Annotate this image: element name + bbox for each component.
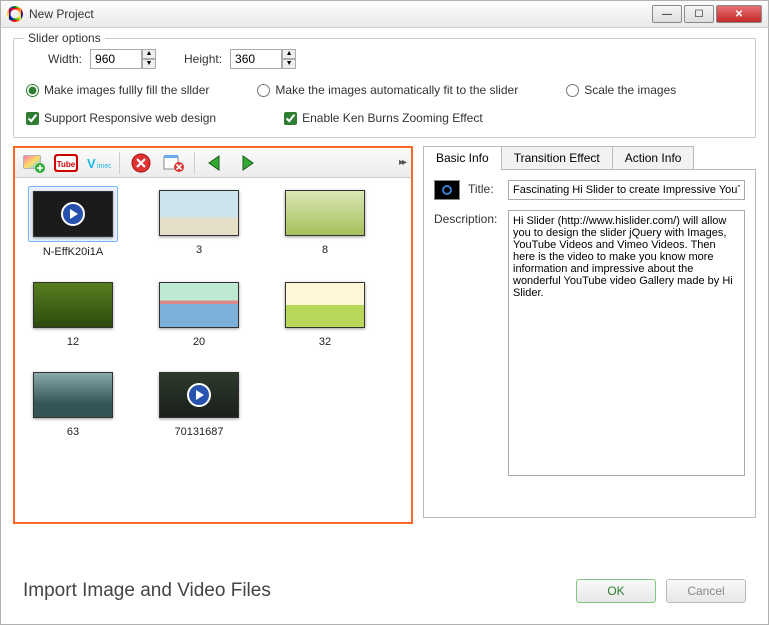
thumbnail-image	[159, 282, 239, 328]
thumbnail-label: N-EffK20i1A	[43, 246, 103, 258]
thumbnail-label: 63	[67, 426, 79, 438]
thumbnail-label: 20	[193, 336, 205, 348]
footer-caption: Import Image and Video Files	[23, 580, 271, 602]
height-label: Height:	[184, 52, 222, 66]
check-kenburns[interactable]: Enable Ken Burns Zooming Effect	[284, 111, 483, 125]
info-panel: Basic Info Transition Effect Action Info…	[423, 146, 756, 524]
expand-icon[interactable]: ▸▸	[399, 157, 405, 168]
check-responsive-label: Support Responsive web design	[44, 111, 216, 125]
title-input[interactable]	[508, 180, 745, 200]
add-image-button[interactable]	[21, 151, 47, 175]
radio-fit[interactable]: Make the images automatically fit to the…	[257, 83, 518, 97]
thumbnail-label: 70131687	[175, 426, 224, 438]
play-icon	[160, 373, 238, 417]
thumbnail-item[interactable]: 12	[21, 278, 125, 348]
height-spinner[interactable]: ▲▼	[282, 49, 296, 69]
thumbnail-item[interactable]: 32	[273, 278, 377, 348]
thumbnail-image	[285, 282, 365, 328]
width-up-button[interactable]: ▲	[142, 49, 156, 59]
width-spinner[interactable]: ▲▼	[142, 49, 156, 69]
tab-body: Title: Description:	[423, 170, 756, 518]
thumbnail-item[interactable]: 8	[273, 186, 377, 258]
thumbnail-image	[33, 282, 113, 328]
add-youtube-button[interactable]: Tube	[53, 151, 79, 175]
delete-button[interactable]	[128, 151, 154, 175]
radio-scale-label: Scale the images	[584, 83, 676, 97]
cancel-button[interactable]: Cancel	[666, 579, 746, 603]
minimize-button[interactable]	[652, 5, 682, 23]
ok-button[interactable]: OK	[576, 579, 656, 603]
thumbnail-label: 8	[322, 244, 328, 256]
thumbnail-label: 12	[67, 336, 79, 348]
thumbnail-image	[159, 372, 239, 418]
clear-all-button[interactable]	[160, 151, 186, 175]
check-responsive[interactable]: Support Responsive web design	[26, 111, 216, 125]
tab-transition-effect[interactable]: Transition Effect	[501, 146, 613, 169]
thumbnail-grid: N-EffK20i1A 3 8 12 20 32 63 70131687	[15, 178, 411, 446]
slide-type-icon	[434, 180, 460, 200]
tab-action-info[interactable]: Action Info	[612, 146, 695, 169]
thumbnail-image	[159, 190, 239, 236]
prev-button[interactable]	[203, 151, 229, 175]
thumbnail-toolbar: Tube Vimeo ▸▸	[15, 148, 411, 178]
thumbnail-label: 32	[319, 336, 331, 348]
close-button[interactable]	[716, 5, 762, 23]
radio-fill[interactable]: Make images fullly fill the sllder	[26, 83, 209, 97]
group-legend: Slider options	[24, 31, 105, 45]
thumbnail-image	[33, 372, 113, 418]
toolbar-separator	[119, 152, 120, 174]
thumbnail-image	[33, 191, 113, 237]
window-controls	[650, 5, 762, 23]
svg-text:V: V	[87, 156, 96, 171]
window-title: New Project	[29, 7, 650, 21]
thumbnail-item[interactable]: 20	[147, 278, 251, 348]
height-down-button[interactable]: ▼	[282, 59, 296, 69]
maximize-button[interactable]	[684, 5, 714, 23]
thumbnail-item[interactable]: 63	[21, 368, 125, 438]
description-textarea[interactable]	[508, 210, 745, 476]
radio-fill-label: Make images fullly fill the sllder	[44, 83, 209, 97]
slider-options-group: Slider options Width: ▲▼ Height: ▲▼ Make…	[13, 38, 756, 138]
add-vimeo-button[interactable]: Vimeo	[85, 151, 111, 175]
thumbnail-item[interactable]: N-EffK20i1A	[21, 186, 125, 258]
height-up-button[interactable]: ▲	[282, 49, 296, 59]
radio-scale[interactable]: Scale the images	[566, 83, 676, 97]
thumbnail-image	[285, 190, 365, 236]
play-icon	[34, 192, 112, 236]
toolbar-separator-2	[194, 152, 195, 174]
check-kenburns-label: Enable Ken Burns Zooming Effect	[302, 111, 483, 125]
thumbnail-panel: Tube Vimeo ▸▸	[13, 146, 413, 524]
width-label: Width:	[48, 52, 82, 66]
width-down-button[interactable]: ▼	[142, 59, 156, 69]
width-input[interactable]	[90, 49, 142, 69]
thumbnail-label: 3	[196, 244, 202, 256]
svg-text:imeo: imeo	[97, 163, 111, 170]
radio-fit-label: Make the images automatically fit to the…	[275, 83, 518, 97]
title-label: Title:	[468, 180, 500, 196]
height-input[interactable]	[230, 49, 282, 69]
tab-basic-info[interactable]: Basic Info	[423, 146, 502, 169]
description-label: Description:	[434, 210, 500, 226]
footer: Import Image and Video Files OK Cancel	[7, 564, 762, 618]
app-icon	[7, 6, 23, 22]
next-button[interactable]	[235, 151, 261, 175]
thumbnail-item[interactable]: 70131687	[147, 368, 251, 438]
tab-bar: Basic Info Transition Effect Action Info	[423, 146, 756, 170]
titlebar: New Project	[0, 0, 769, 28]
thumbnail-item[interactable]: 3	[147, 186, 251, 258]
svg-text:Tube: Tube	[57, 160, 76, 169]
